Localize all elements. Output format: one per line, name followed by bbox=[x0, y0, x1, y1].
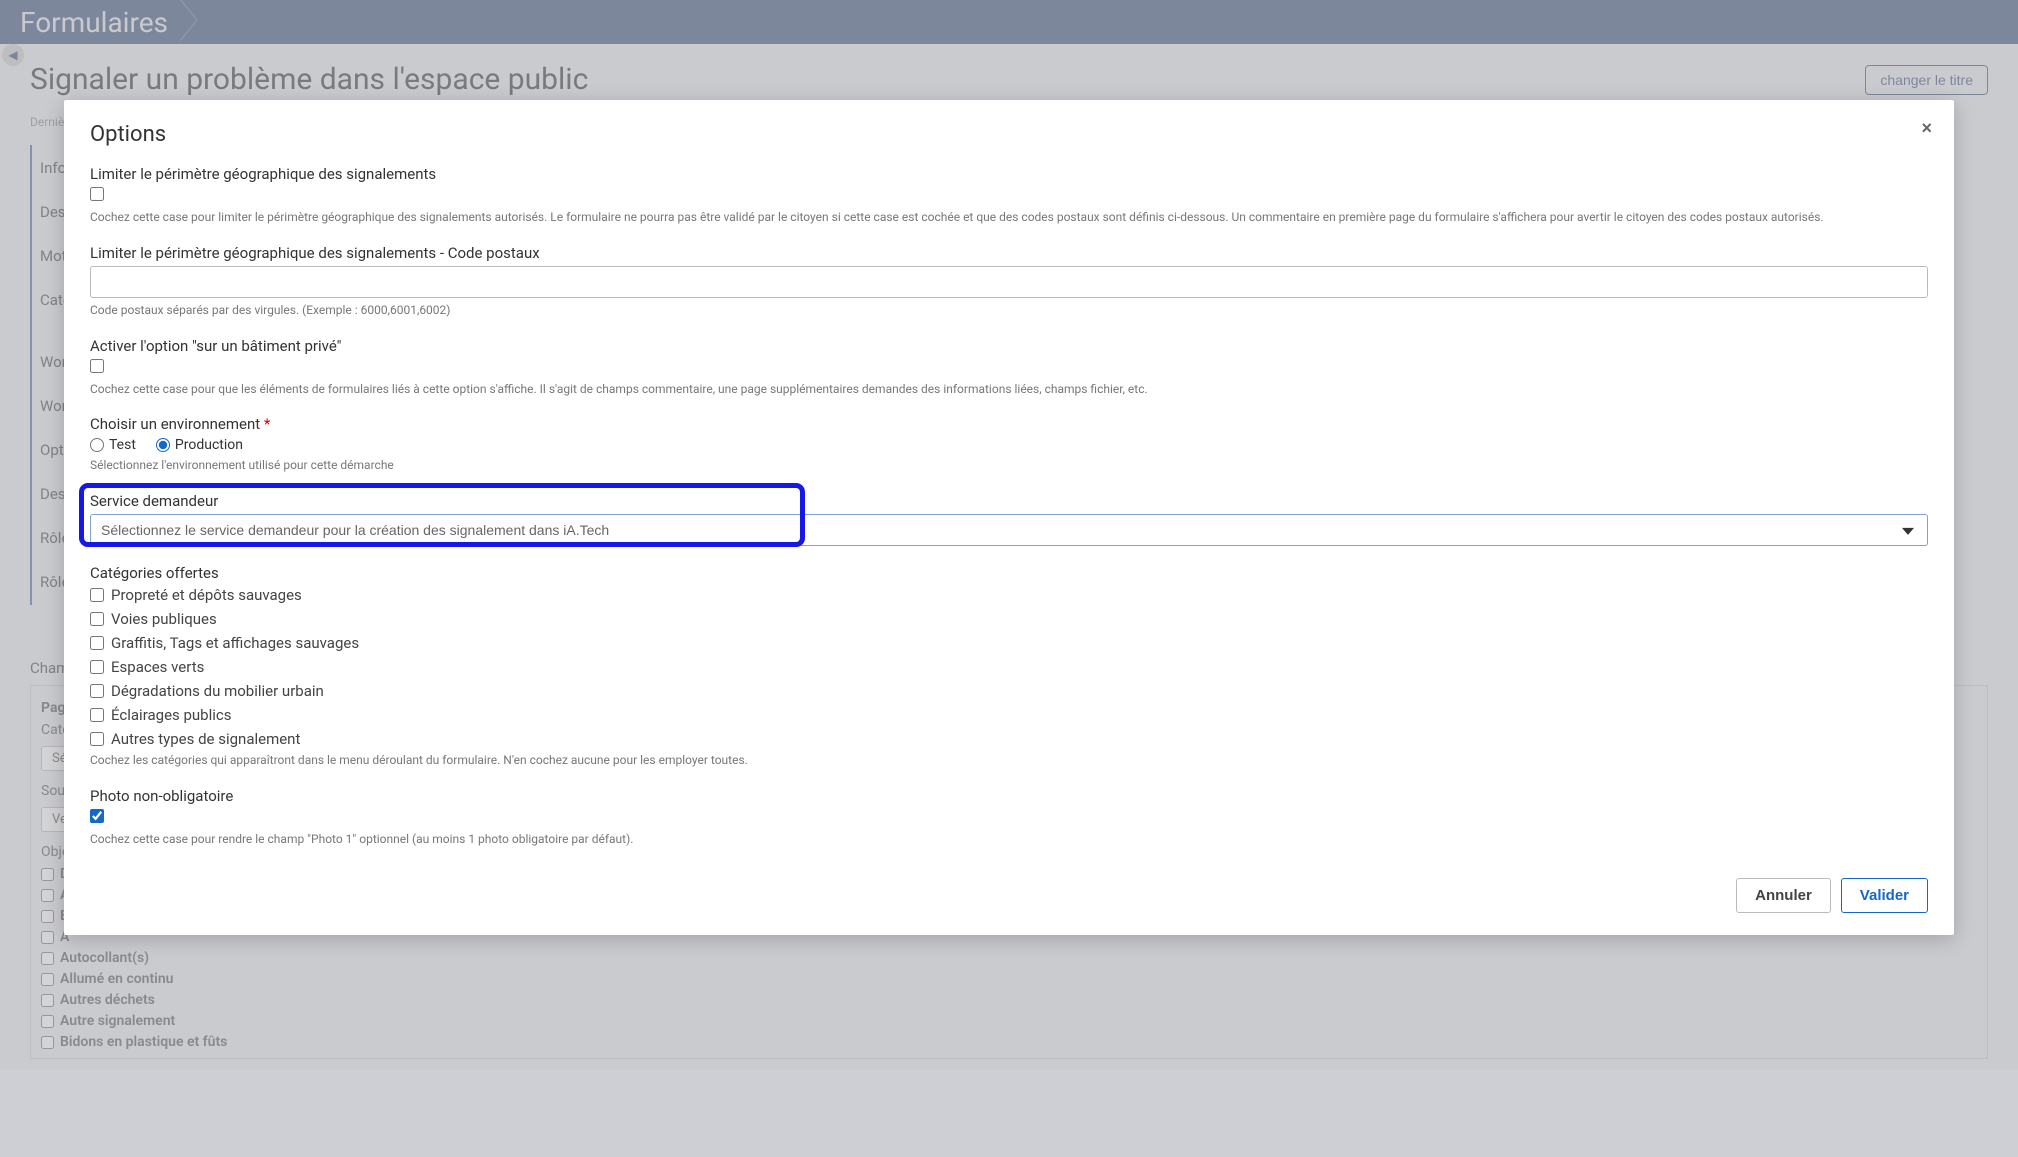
env-help: Sélectionnez l'environnement utilisé pou… bbox=[90, 457, 1928, 474]
postal-input[interactable] bbox=[90, 266, 1928, 298]
category-item[interactable]: Voies publiques bbox=[90, 610, 1928, 628]
private-help: Cochez cette case pour que les éléments … bbox=[90, 381, 1928, 398]
category-item[interactable]: Espaces verts bbox=[90, 658, 1928, 676]
close-icon[interactable]: × bbox=[1921, 118, 1932, 139]
modal-backdrop: Options × Limiter le périmètre géographi… bbox=[0, 0, 2018, 1157]
perimeter-checkbox[interactable] bbox=[90, 187, 104, 201]
options-modal: Options × Limiter le périmètre géographi… bbox=[64, 100, 1954, 935]
postal-label: Limiter le périmètre géographique des si… bbox=[90, 244, 1928, 262]
category-item[interactable]: Éclairages publics bbox=[90, 706, 1928, 724]
photo-checkbox[interactable] bbox=[90, 809, 104, 823]
perimeter-label: Limiter le périmètre géographique des si… bbox=[90, 165, 1928, 183]
category-item[interactable]: Autres types de signalement bbox=[90, 730, 1928, 748]
private-label: Activer l'option "sur un bâtiment privé" bbox=[90, 337, 1928, 355]
categories-list: Propreté et dépôts sauvages Voies publiq… bbox=[90, 586, 1928, 748]
category-item[interactable]: Propreté et dépôts sauvages bbox=[90, 586, 1928, 604]
photo-help: Cochez cette case pour rendre le champ "… bbox=[90, 831, 1928, 848]
category-item[interactable]: Graffitis, Tags et affichages sauvages bbox=[90, 634, 1928, 652]
category-item[interactable]: Dégradations du mobilier urbain bbox=[90, 682, 1928, 700]
perimeter-help: Cochez cette case pour limiter le périmè… bbox=[90, 209, 1928, 226]
photo-label: Photo non-obligatoire bbox=[90, 787, 1928, 805]
env-radio-test[interactable]: Test bbox=[90, 437, 136, 453]
env-radio-production[interactable]: Production bbox=[156, 437, 243, 453]
postal-help: Code postaux séparés par des virgules. (… bbox=[90, 302, 1928, 319]
private-checkbox[interactable] bbox=[90, 359, 104, 373]
categories-help: Cochez les catégories qui apparaîtront d… bbox=[90, 752, 1928, 769]
cancel-button[interactable]: Annuler bbox=[1736, 878, 1831, 913]
service-highlight bbox=[84, 488, 800, 542]
categories-label: Catégories offertes bbox=[90, 564, 1928, 582]
env-label: Choisir un environnement * bbox=[90, 415, 1928, 433]
modal-title: Options bbox=[90, 122, 1928, 147]
submit-button[interactable]: Valider bbox=[1841, 878, 1928, 913]
